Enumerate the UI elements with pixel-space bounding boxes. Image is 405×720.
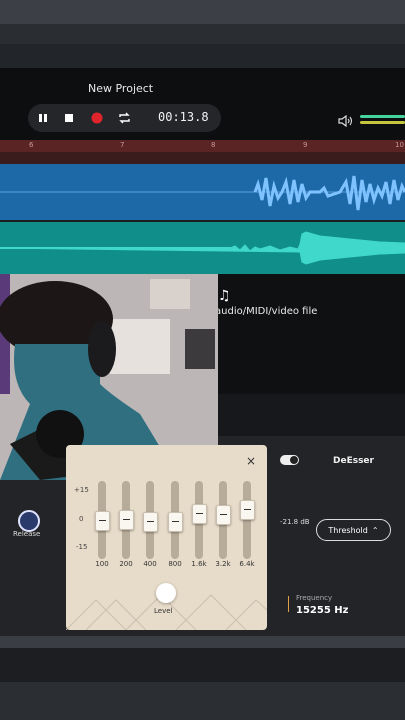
threshold-dropdown[interactable]: Threshold ⌃	[316, 519, 391, 541]
stop-button[interactable]	[58, 107, 80, 129]
eq-slider-handle[interactable]	[192, 503, 207, 524]
level-label: Level	[154, 607, 173, 615]
master-meter-right	[360, 121, 405, 124]
ruler-tick: 6	[29, 141, 34, 149]
record-icon	[91, 112, 103, 124]
waveform-2	[0, 231, 405, 265]
release-knob[interactable]	[18, 510, 40, 532]
timeline-subruler	[0, 152, 405, 164]
record-button[interactable]	[86, 107, 108, 129]
time-display: 00:13.8	[158, 110, 209, 124]
db-label: -15	[76, 543, 88, 551]
eq-band-label: 100	[95, 560, 109, 568]
db-label: +15	[74, 486, 89, 494]
audio-track-2[interactable]	[0, 222, 405, 274]
ruler-tick: 9	[303, 141, 308, 149]
eq-slider-handle[interactable]	[119, 509, 134, 530]
eq-band-label: 1.6k	[191, 560, 207, 568]
bottom-strip	[0, 682, 405, 720]
eq-band-label: 6.4k	[239, 560, 255, 568]
threshold-label: Threshold	[328, 525, 368, 535]
eq-band-label: 3.2k	[215, 560, 231, 568]
top-subbar	[0, 24, 405, 44]
loop-icon	[118, 112, 130, 124]
frequency-label: Frequency	[296, 594, 333, 602]
loop-button[interactable]	[113, 107, 135, 129]
release-label: Release	[13, 530, 41, 538]
eq-band-label: 400	[143, 560, 157, 568]
master-meter-left	[360, 115, 405, 118]
waveform-1	[0, 175, 405, 211]
audio-track-1[interactable]	[0, 164, 405, 220]
ruler-tick: 8	[211, 141, 216, 149]
project-title: New Project	[88, 82, 154, 95]
bottom-scrollbar[interactable]	[0, 636, 405, 648]
level-knob[interactable]	[156, 583, 176, 603]
pause-button[interactable]	[32, 107, 54, 129]
eq-slider-handle[interactable]	[240, 500, 255, 521]
frequency-marker	[288, 596, 289, 612]
deesser-power-toggle[interactable]	[280, 455, 299, 465]
top-strip	[0, 44, 405, 68]
pause-icon	[39, 114, 47, 122]
drop-zone-label: audio/MIDI/video file	[215, 306, 318, 317]
eq-slider-handle[interactable]	[216, 505, 231, 525]
ruler-tick: 7	[120, 141, 125, 149]
timeline-ruler[interactable]	[0, 140, 405, 152]
volume-icon[interactable]	[338, 112, 354, 131]
top-toolbar	[0, 0, 405, 24]
eq-slider-handle[interactable]	[143, 512, 158, 533]
eq-slider-handle[interactable]	[168, 512, 183, 533]
db-readout: -21.8 dB	[280, 518, 310, 526]
close-eq-button[interactable]: ×	[246, 454, 256, 468]
eq-band-label: 800	[168, 560, 182, 568]
stop-icon	[65, 114, 73, 122]
ruler-tick: 10	[395, 141, 404, 149]
eq-slider-handle[interactable]	[95, 511, 110, 531]
deesser-title: DeEsser	[333, 456, 374, 466]
transport-controls: 00:13.8	[28, 104, 221, 132]
eq-band-label: 200	[119, 560, 133, 568]
chevron-updown-icon: ⌃	[371, 525, 379, 535]
music-note-icon: ♫	[218, 288, 231, 304]
frequency-value: 15255 Hz	[296, 605, 349, 616]
db-label: 0	[79, 515, 84, 523]
